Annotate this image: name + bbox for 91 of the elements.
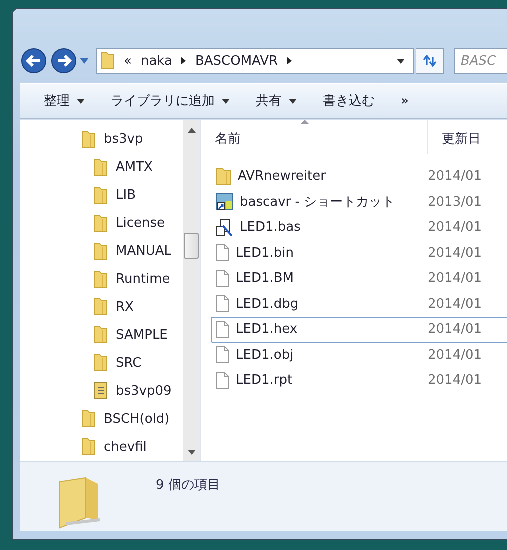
folder-icon xyxy=(94,158,108,177)
folder-icon xyxy=(94,214,108,233)
archive-icon xyxy=(94,382,108,400)
toolbar-button[interactable]: 共有 xyxy=(246,88,307,114)
file-row[interactable]: LED1.rpt 2014/01 xyxy=(211,368,507,394)
folder-icon xyxy=(216,168,232,186)
search-field[interactable]: BASC xyxy=(454,48,507,74)
file-name: LED1.rpt xyxy=(236,373,293,388)
file-row[interactable]: LED1.BM 2014/01 xyxy=(211,266,507,292)
tree-item[interactable]: Runtime xyxy=(20,266,183,294)
tree-item[interactable]: BSCH(old) xyxy=(20,405,183,434)
scroll-down-icon[interactable] xyxy=(188,450,196,455)
folder-icon xyxy=(82,438,96,456)
folder-icon xyxy=(82,130,96,149)
date-cell-text: 2014/01 xyxy=(427,322,482,338)
date-cell-text: 2014/01 xyxy=(427,373,482,388)
tree-item[interactable]: bs3vp xyxy=(20,126,183,154)
toolbar-button[interactable]: ライブラリに追加 xyxy=(101,88,240,114)
breadcrumb-arrow-icon[interactable] xyxy=(287,57,292,65)
refresh-icon[interactable] xyxy=(422,55,436,67)
folder-icon xyxy=(94,242,108,261)
tree-item[interactable]: bs3vp09 xyxy=(20,377,183,406)
history-dropdown-icon[interactable] xyxy=(80,58,89,64)
toolbar-button[interactable]: » xyxy=(391,90,419,112)
date-cell-text: 2014/01 xyxy=(427,246,482,261)
tree-item[interactable]: License xyxy=(20,210,183,238)
forward-button[interactable] xyxy=(50,47,78,75)
file-name: AVRnewreiter xyxy=(238,169,326,184)
sort-arrow-icon xyxy=(301,120,309,124)
date-cell-text: 2014/01 xyxy=(427,220,482,236)
breadcrumb[interactable]: naka xyxy=(140,54,172,68)
file-icon xyxy=(216,244,230,262)
file-name: LED1.obj xyxy=(236,348,294,363)
tree-item[interactable]: LIB xyxy=(20,182,183,210)
tree-item[interactable]: RX xyxy=(20,294,183,322)
scroll-thumb[interactable] xyxy=(184,233,199,259)
tree-item[interactable]: SAMPLE xyxy=(20,321,183,350)
file-name: LED1.BM xyxy=(236,271,294,286)
folder-icon xyxy=(94,354,108,372)
document-pen-icon xyxy=(216,218,234,237)
tree-item[interactable]: chevfil xyxy=(20,433,183,462)
date-cell-text: 2013/01 xyxy=(427,194,482,210)
item-count: 9 個の項目 xyxy=(156,477,220,494)
date-cell-text: 2014/01 xyxy=(427,271,482,286)
caret-icon xyxy=(289,98,297,104)
file-row[interactable]: LED1.obj 2014/01 xyxy=(211,342,507,368)
folder-icon xyxy=(94,326,108,344)
refresh-button[interactable] xyxy=(416,48,444,74)
file-icon xyxy=(216,320,230,339)
column-header[interactable]: 更新日 xyxy=(428,120,481,154)
toolbar-button[interactable]: 書き込む xyxy=(313,88,385,114)
date-cell-text: 2014/01 xyxy=(427,169,482,184)
breadcrumb[interactable]: BASCOMAVR xyxy=(195,54,278,68)
toolbar-button[interactable]: 整理 xyxy=(34,88,95,114)
file-row[interactable]: LED1.bas 2014/01 xyxy=(211,215,507,240)
folder-icon xyxy=(94,298,108,316)
file-name: bascavr - ショートカット xyxy=(240,194,396,212)
file-icon xyxy=(216,372,230,390)
dropdown-arrow-icon[interactable] xyxy=(397,58,405,64)
folder-icon xyxy=(58,476,102,530)
folder-icon xyxy=(94,186,108,205)
file-name: LED1.bin xyxy=(236,246,294,261)
date-cell-text: 2014/01 xyxy=(427,296,482,312)
tree-item[interactable]: SRC xyxy=(20,349,183,378)
file-name: LED1.dbg xyxy=(236,296,299,312)
file-row[interactable]: AVRnewreiter 2014/01 xyxy=(211,164,507,190)
caret-icon xyxy=(222,98,230,104)
file-row[interactable]: LED1.hex 2014/01 xyxy=(211,317,507,342)
column-header[interactable]: 名前 xyxy=(201,120,428,154)
file-name: LED1.hex xyxy=(236,322,298,338)
folder-icon xyxy=(94,270,108,289)
file-row[interactable]: LED1.bin 2014/01 xyxy=(211,240,507,266)
file-row[interactable]: LED1.dbg 2014/01 xyxy=(211,292,507,317)
scroll-up-icon[interactable] xyxy=(188,128,196,133)
address-field[interactable]: « naka BASCOMAVR xyxy=(96,48,414,74)
caret-icon xyxy=(77,98,85,104)
file-icon xyxy=(216,346,230,364)
folder-icon xyxy=(101,52,115,70)
back-button[interactable] xyxy=(20,47,48,75)
file-row[interactable]: bascavr - ショートカット 2013/01 xyxy=(211,190,507,215)
file-name: LED1.bas xyxy=(240,220,301,236)
file-icon xyxy=(216,270,230,288)
scrollbar[interactable] xyxy=(183,120,200,461)
folder-icon xyxy=(82,410,96,428)
tree-item[interactable]: MANUAL xyxy=(20,238,183,266)
overflow-chevron[interactable]: « xyxy=(124,54,132,68)
date-cell-text: 2014/01 xyxy=(427,348,482,363)
tree-item[interactable]: AMTX xyxy=(20,154,183,182)
file-icon xyxy=(216,295,230,314)
shortcut-icon xyxy=(216,193,234,212)
breadcrumb-arrow-icon[interactable] xyxy=(181,57,186,65)
